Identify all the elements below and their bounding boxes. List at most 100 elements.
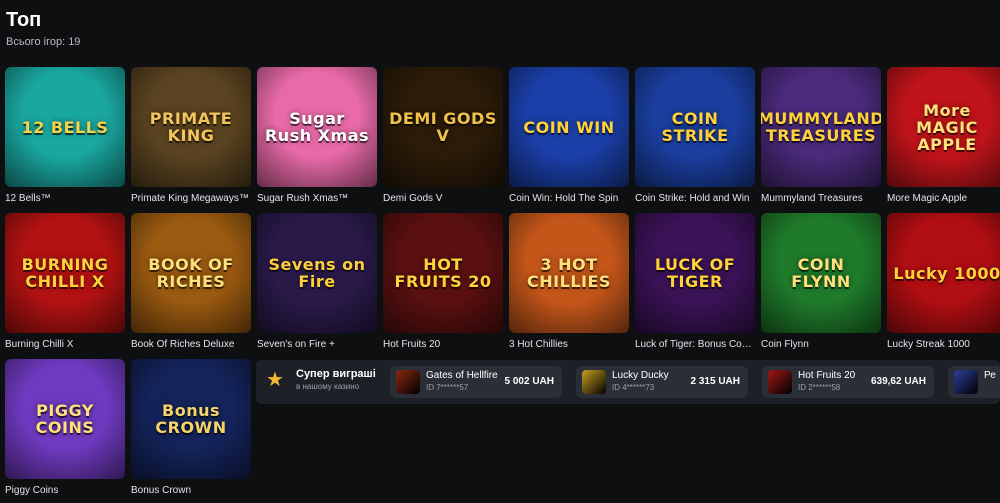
big-win-player-id: ID 4******73 xyxy=(612,383,655,392)
game-title: Lucky Streak 1000 xyxy=(887,339,970,350)
games-row: BURNING CHILLI X Burning Chilli X BOOK OF … xyxy=(5,213,1000,353)
game-logo: MUMMYLAND TREASURES xyxy=(761,109,881,145)
game-logo: BURNING CHILLI X xyxy=(21,255,109,291)
game-thumbnail[interactable]: DEMI GODS V xyxy=(383,67,503,187)
game-thumbnail[interactable]: PIGGY COINS xyxy=(5,359,125,479)
game-card[interactable]: COIN WIN Coin Win: Hold The Spin xyxy=(509,67,629,204)
game-thumbnail[interactable]: Sugar Rush Xmas xyxy=(257,67,377,187)
game-thumbnail[interactable]: HOT FRUITS 20 xyxy=(383,213,503,333)
big-wins-ticker: ★ Супер виграші в нашому казино Gates of… xyxy=(256,360,1000,404)
section-title: Топ xyxy=(6,9,42,31)
game-card[interactable]: PIGGY COINS Piggy Coins xyxy=(5,359,125,496)
game-thumbnail[interactable]: COIN STRIKE xyxy=(635,67,755,187)
big-win-player-id: ID 2******58 xyxy=(798,383,841,392)
game-card[interactable]: BURNING CHILLI X Burning Chilli X xyxy=(5,213,125,350)
game-logo: More MAGIC APPLE xyxy=(916,100,978,154)
game-card[interactable]: Sevens on Fire Seven's on Fire + xyxy=(257,213,377,350)
big-win-item[interactable]: Hot Fruits 20 ID 2******58 639,62 UAH xyxy=(762,366,934,398)
game-title: Seven's on Fire + xyxy=(257,339,335,350)
game-logo: Sevens on Fire xyxy=(268,255,366,291)
games-row: 12 BELLS 12 Bells™ PRIMATE KING Primate Kin… xyxy=(5,67,1000,207)
game-thumbnail[interactable]: COIN FLYNN xyxy=(761,213,881,333)
game-card[interactable]: PRIMATE KING Primate King Megaways™ xyxy=(131,67,251,204)
game-card[interactable]: HOT FRUITS 20 Hot Fruits 20 xyxy=(383,213,503,350)
game-card[interactable]: COIN STRIKE Coin Strike: Hold and Win xyxy=(635,67,755,204)
game-card[interactable]: BOOK OF RICHES Book Of Riches Deluxe xyxy=(131,213,251,350)
game-title: Mummyland Treasures xyxy=(761,193,863,204)
game-thumbnail[interactable]: More MAGIC APPLE xyxy=(887,67,1000,187)
big-win-game-thumbnail xyxy=(954,370,978,394)
game-title: Sugar Rush Xmas™ xyxy=(257,193,349,204)
big-win-game-thumbnail xyxy=(396,370,420,394)
game-logo: COIN STRIKE xyxy=(661,109,729,145)
game-card[interactable]: 12 BELLS 12 Bells™ xyxy=(5,67,125,204)
game-thumbnail[interactable]: MUMMYLAND TREASURES xyxy=(761,67,881,187)
game-thumbnail[interactable]: BOOK OF RICHES xyxy=(131,213,251,333)
game-title: More Magic Apple xyxy=(887,193,968,204)
game-card[interactable]: DEMI GODS V Demi Gods V xyxy=(383,67,503,204)
game-title: Burning Chilli X xyxy=(5,339,74,350)
game-card[interactable]: LUCK OF TIGER Luck of Tiger: Bonus Combo xyxy=(635,213,757,350)
game-logo: PRIMATE KING xyxy=(149,109,233,145)
big-win-item[interactable]: Lucky Ducky ID 4******73 2 315 UAH xyxy=(576,366,748,398)
big-wins-header: ★ Супер виграші в нашому казино xyxy=(266,368,386,391)
big-win-amount: 5 002 UAH xyxy=(504,376,554,387)
big-win-game-name: Lucky Ducky xyxy=(612,370,669,381)
game-thumbnail[interactable]: Bonus CROWN xyxy=(131,359,251,479)
game-card[interactable]: 3 HOT CHILLIES 3 Hot Chillies xyxy=(509,213,629,350)
big-wins-title: Супер виграші xyxy=(296,368,376,380)
game-logo: 12 BELLS xyxy=(21,117,109,137)
game-thumbnail[interactable]: 3 HOT CHILLIES xyxy=(509,213,629,333)
game-thumbnail[interactable]: COIN WIN xyxy=(509,67,629,187)
game-title: Luck of Tiger: Bonus Combo xyxy=(635,339,757,350)
game-thumbnail[interactable]: PRIMATE KING xyxy=(131,67,251,187)
games-count: Всього ігор: 19 xyxy=(6,36,81,48)
game-thumbnail[interactable]: 12 BELLS xyxy=(5,67,125,187)
game-card[interactable]: Bonus CROWN Bonus Crown xyxy=(131,359,251,496)
game-thumbnail[interactable]: LUCK OF TIGER xyxy=(635,213,755,333)
big-win-game-thumbnail xyxy=(582,370,606,394)
section-header: Топ Всього ігор: 19 xyxy=(6,8,80,48)
game-title: Coin Win: Hold The Spin xyxy=(509,193,619,204)
game-card[interactable]: COIN FLYNN Coin Flynn xyxy=(761,213,881,350)
game-logo: DEMI GODS V xyxy=(389,109,497,145)
game-title: Primate King Megaways™ xyxy=(131,193,249,204)
game-title: Demi Gods V xyxy=(383,193,443,204)
game-logo: COIN WIN xyxy=(523,117,615,137)
game-card[interactable]: Sugar Rush Xmas Sugar Rush Xmas™ xyxy=(257,67,377,204)
game-logo: HOT FRUITS 20 xyxy=(394,255,492,291)
game-thumbnail[interactable]: Sevens on Fire xyxy=(257,213,377,333)
game-logo: Bonus CROWN xyxy=(155,401,227,437)
star-icon: ★ xyxy=(266,368,284,391)
game-thumbnail[interactable]: BURNING CHILLI X xyxy=(5,213,125,333)
game-title: Book Of Riches Deluxe xyxy=(131,339,235,350)
big-win-game-name: Gates of Hellfire xyxy=(426,370,498,381)
big-win-amount: 639,62 UAH xyxy=(870,376,926,387)
big-win-game-thumbnail xyxy=(768,370,792,394)
big-wins-subtitle: в нашому казино xyxy=(296,382,360,391)
game-title: 3 Hot Chillies xyxy=(509,339,568,350)
game-logo: Lucky 1000 xyxy=(893,263,1000,283)
big-win-item[interactable]: Ре xyxy=(948,366,1000,398)
big-win-player-id: ID 7******57 xyxy=(426,383,469,392)
game-logo: LUCK OF TIGER xyxy=(654,255,736,291)
game-title: Coin Flynn xyxy=(761,339,809,350)
big-win-amount: 2 315 UAH xyxy=(690,376,740,387)
game-card[interactable]: More MAGIC APPLE More Magic Apple xyxy=(887,67,1000,204)
game-logo: COIN FLYNN xyxy=(791,255,851,291)
big-win-game-name: Ре xyxy=(984,370,996,381)
game-title: 12 Bells™ xyxy=(5,193,51,204)
game-logo: 3 HOT CHILLIES xyxy=(527,255,611,291)
big-win-game-name: Hot Fruits 20 xyxy=(798,370,856,381)
game-title: Hot Fruits 20 xyxy=(383,339,441,350)
big-win-item[interactable]: Gates of Hellfire ID 7******57 5 002 UAH xyxy=(390,366,562,398)
game-title: Bonus Crown xyxy=(131,485,192,496)
game-logo: Sugar Rush Xmas xyxy=(264,109,370,145)
game-title: Coin Strike: Hold and Win xyxy=(635,193,750,204)
game-title: Piggy Coins xyxy=(5,485,59,496)
game-card[interactable]: MUMMYLAND TREASURES Mummyland Treasures xyxy=(761,67,881,204)
game-logo: PIGGY COINS xyxy=(35,401,95,437)
game-card[interactable]: Lucky 1000 Lucky Streak 1000 xyxy=(887,213,1000,350)
game-logo: BOOK OF RICHES xyxy=(148,255,234,291)
game-thumbnail[interactable]: Lucky 1000 xyxy=(887,213,1000,333)
